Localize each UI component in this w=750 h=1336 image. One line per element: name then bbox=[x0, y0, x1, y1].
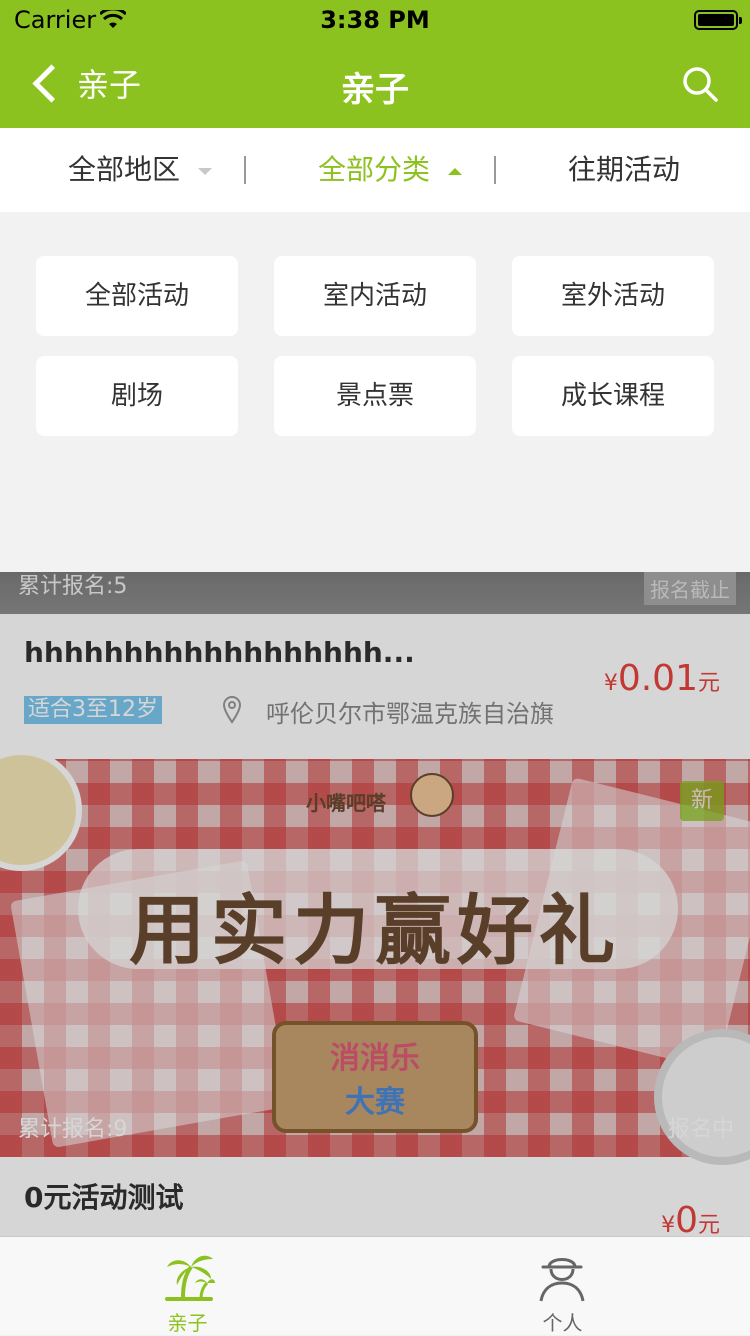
tab-bar: 亲子 个人 bbox=[0, 1236, 750, 1335]
caret-up-icon bbox=[448, 167, 463, 175]
dim-overlay[interactable] bbox=[0, 572, 750, 1236]
page-title: 亲子 bbox=[341, 70, 409, 110]
filter-bar: 全部地区 全部分类 往期活动 bbox=[0, 128, 750, 212]
filter-category-label: 全部分类 bbox=[318, 153, 431, 186]
category-attraction-tickets[interactable]: 景点票 bbox=[274, 356, 476, 436]
tab-parent-child[interactable]: 亲子 bbox=[0, 1237, 375, 1335]
search-icon[interactable] bbox=[680, 64, 720, 104]
category-dropdown: 全部活动 室内活动 室外活动 剧场 景点票 成长课程 bbox=[0, 212, 750, 572]
filter-past-events-label: 往期活动 bbox=[568, 153, 681, 186]
tab-personal[interactable]: 个人 bbox=[375, 1237, 750, 1335]
status-time: 3:38 PM bbox=[320, 6, 430, 34]
caret-down-icon bbox=[198, 167, 213, 175]
status-bar: Carrier 3:38 PM bbox=[0, 0, 750, 40]
tab-personal-label: 个人 bbox=[542, 1311, 583, 1335]
category-outdoor[interactable]: 室外活动 bbox=[512, 256, 714, 336]
palm-tree-icon bbox=[165, 1255, 215, 1301]
filter-past-events[interactable]: 往期活动 bbox=[568, 128, 680, 212]
category-indoor[interactable]: 室内活动 bbox=[274, 256, 476, 336]
navigation-bar: 亲子 亲子 bbox=[0, 40, 750, 128]
filter-category[interactable]: 全部分类 bbox=[318, 128, 463, 212]
divider bbox=[494, 156, 496, 184]
category-growth-courses[interactable]: 成长课程 bbox=[512, 356, 714, 436]
category-theater[interactable]: 剧场 bbox=[36, 356, 238, 436]
filter-region[interactable]: 全部地区 bbox=[68, 128, 213, 212]
battery-icon bbox=[694, 10, 742, 30]
tab-parent-child-label: 亲子 bbox=[167, 1311, 208, 1335]
category-all[interactable]: 全部活动 bbox=[36, 256, 238, 336]
person-icon bbox=[539, 1258, 585, 1302]
divider bbox=[244, 156, 246, 184]
filter-region-label: 全部地区 bbox=[68, 153, 181, 186]
